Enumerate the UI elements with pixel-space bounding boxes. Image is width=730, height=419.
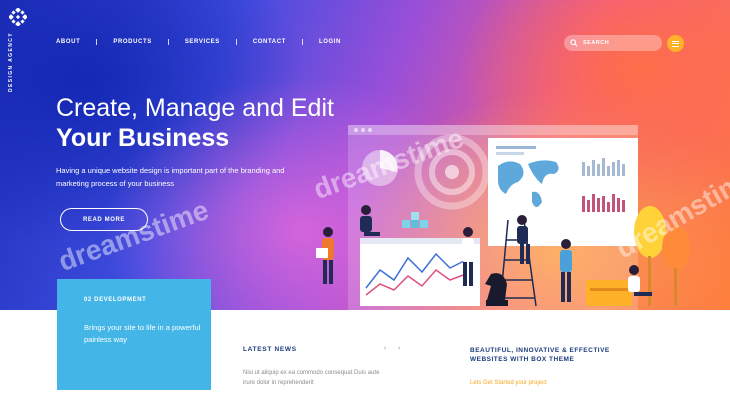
main-nav: ABOUT PRODUCTS SERVICES CONTACT LOGIN [56, 39, 341, 45]
nav-item-login[interactable]: LOGIN [319, 39, 341, 45]
nav-item-about[interactable]: ABOUT [56, 39, 80, 45]
menu-button[interactable] [667, 35, 684, 52]
development-card[interactable]: 02 DEVELOPMENT Brings your site to life … [57, 279, 211, 390]
next-arrow-icon[interactable]: › [398, 345, 400, 352]
nav-item-services[interactable]: SERVICES [185, 39, 220, 45]
feature-heading: BEAUTIFUL, INNOVATIVE & EFFECTIVE WEBSIT… [470, 347, 610, 363]
brand-strip: DESIGN AGENCY [0, 0, 38, 100]
nav-divider [96, 39, 98, 45]
get-started-link[interactable]: Lets Get Started your project [470, 380, 547, 386]
nav-divider [301, 39, 303, 45]
menu-icon [672, 45, 679, 47]
nav-divider [235, 39, 237, 45]
hero-headline-bold: Your Business [56, 124, 230, 152]
search-input[interactable] [583, 40, 653, 46]
nav-divider [167, 39, 169, 45]
watermark: dreamstime [54, 194, 213, 277]
brand-name: DESIGN AGENCY [8, 32, 14, 92]
nav-item-contact[interactable]: CONTACT [253, 39, 286, 45]
search-icon [570, 39, 578, 47]
hero-banner: DESIGN AGENCY ABOUT PRODUCTS SERVICES CO… [0, 0, 730, 310]
prev-arrow-icon[interactable]: ‹ [384, 345, 386, 352]
search-bar[interactable] [564, 35, 662, 51]
hero-headline: Create, Manage and Edit [56, 94, 334, 122]
news-excerpt: Nisi ut aliquip ex ea commodo consequat … [243, 370, 380, 386]
menu-icon [672, 43, 679, 44]
card-text: Brings your site to life in a powerful p… [84, 323, 201, 344]
card-tag: 02 DEVELOPMENT [84, 297, 147, 303]
agency-logo-icon[interactable] [9, 8, 27, 26]
latest-news-heading: LATEST NEWS [243, 346, 297, 353]
menu-icon [672, 40, 679, 42]
nav-item-products[interactable]: PRODUCTS [113, 39, 151, 45]
hero-description: Having a unique website design is import… [56, 166, 285, 188]
person-icon [316, 227, 334, 284]
